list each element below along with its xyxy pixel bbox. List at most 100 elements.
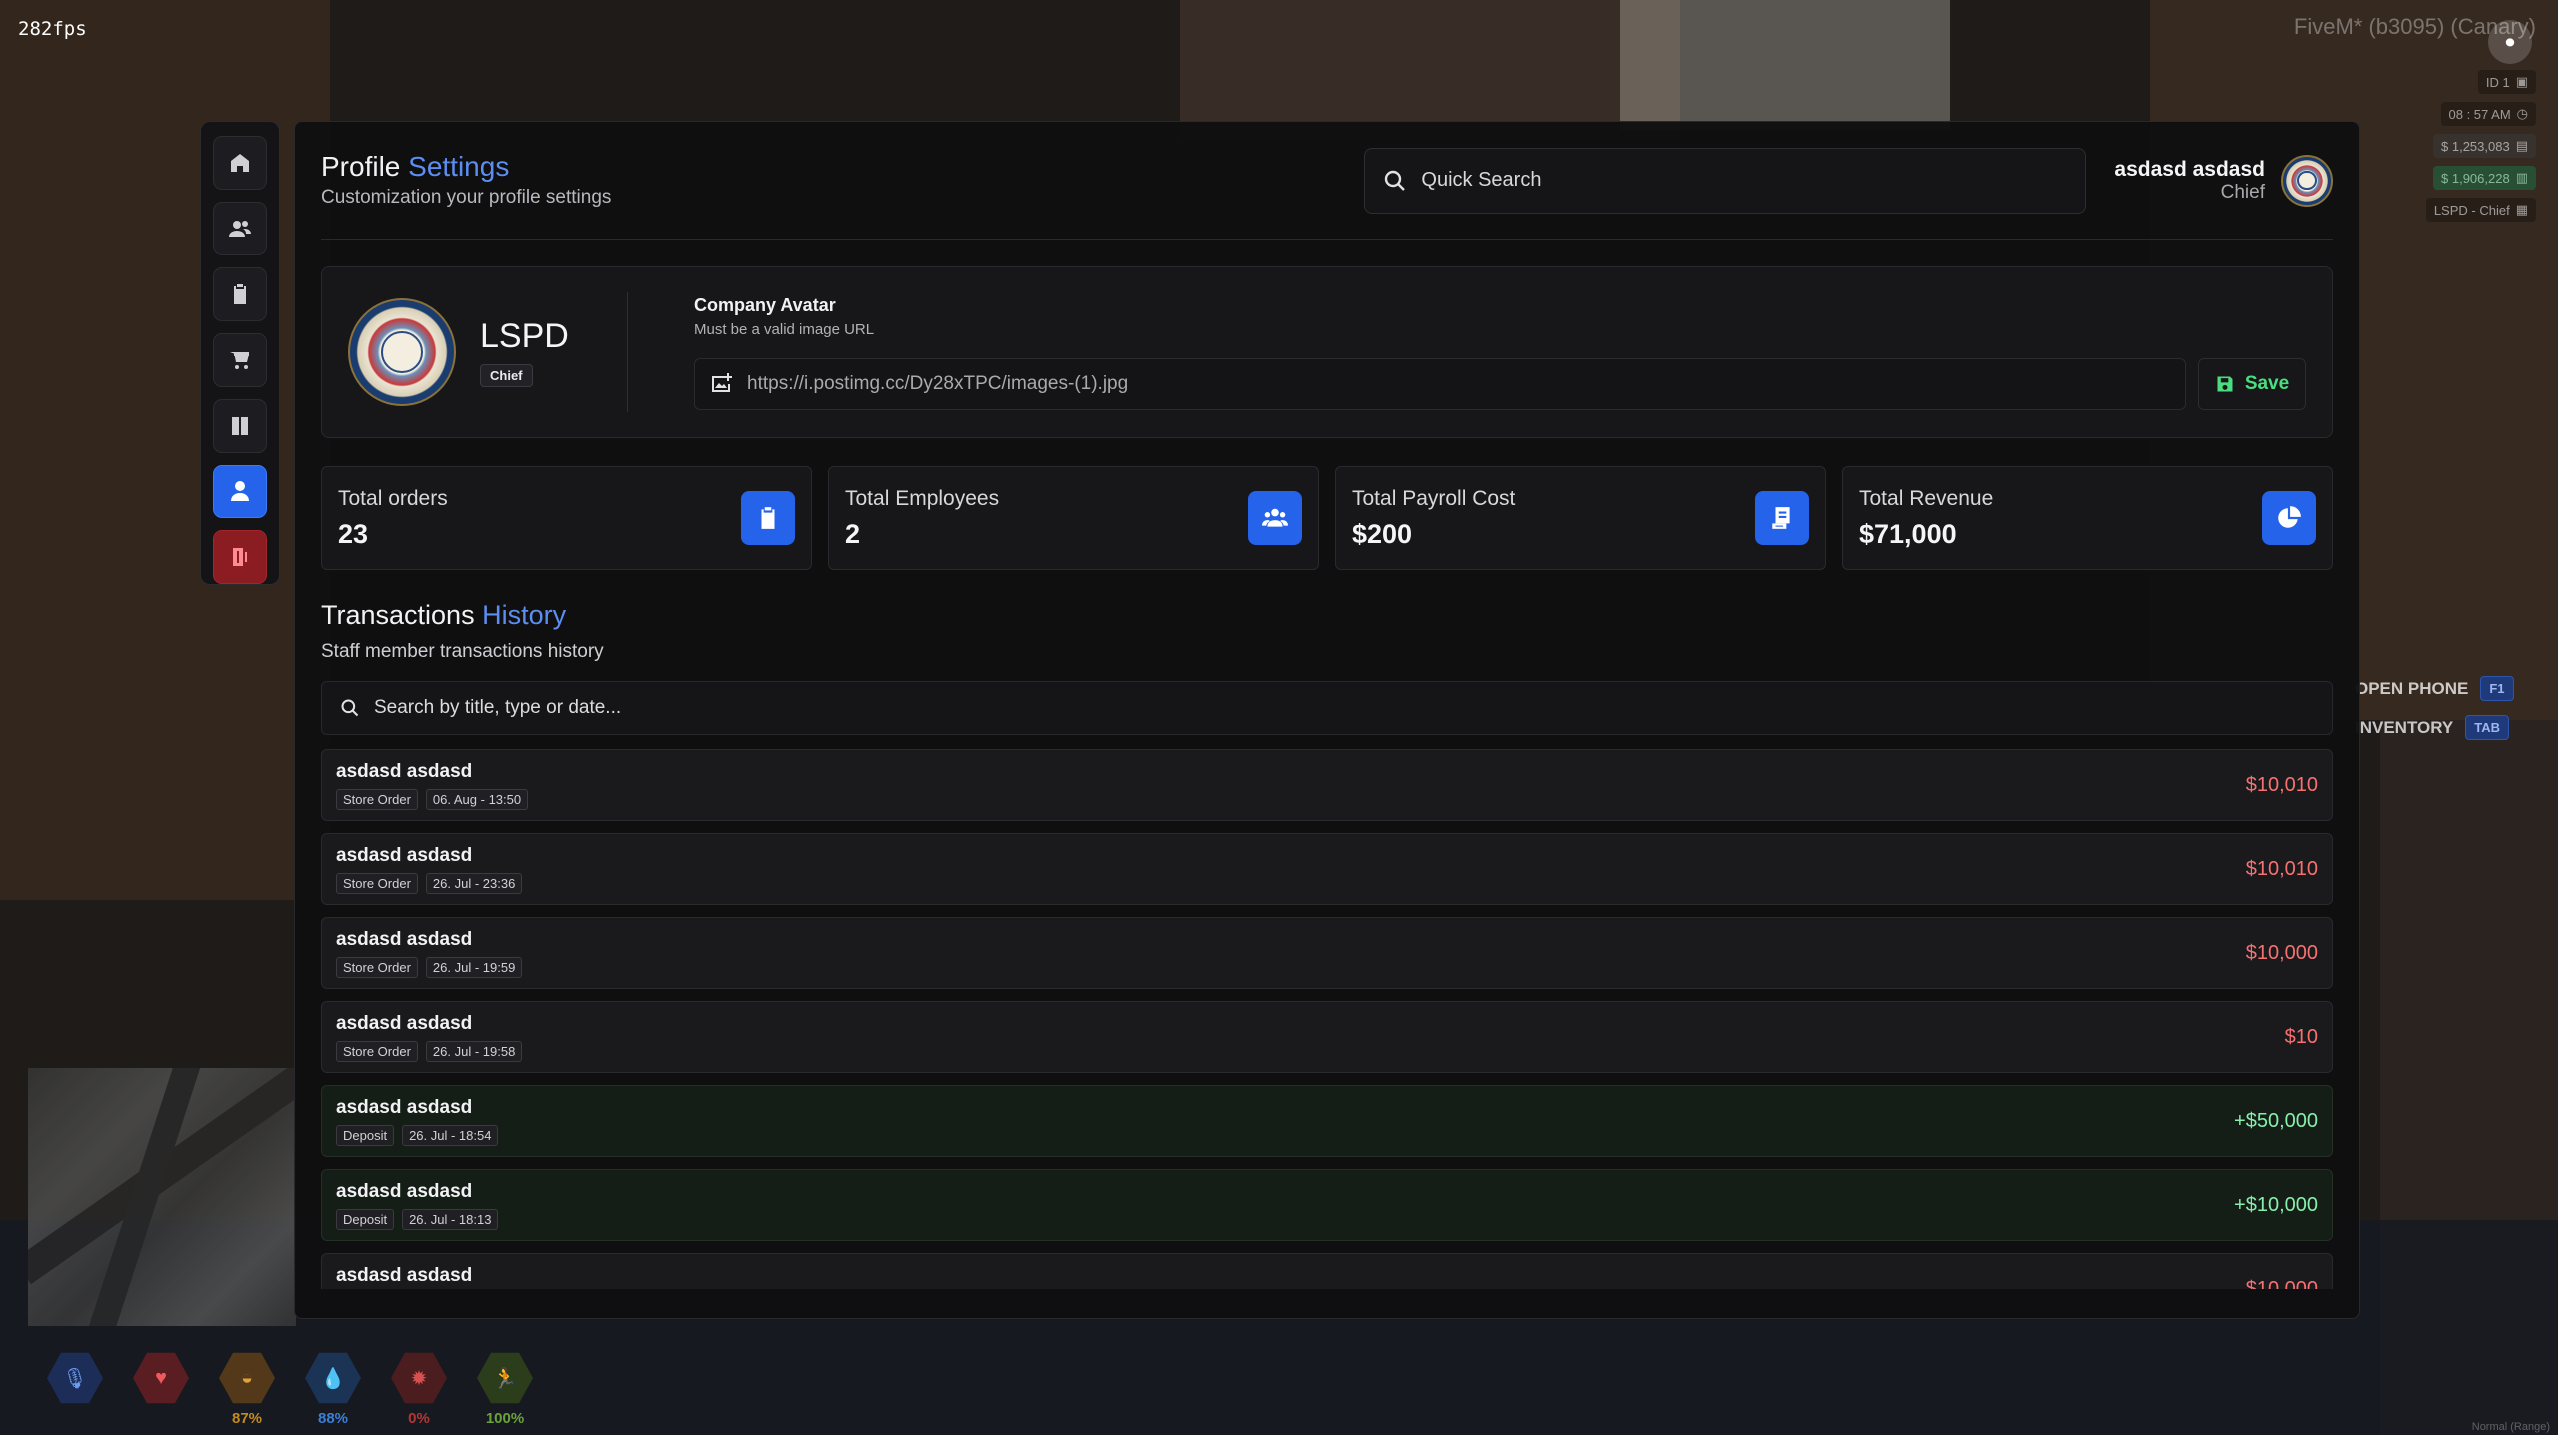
avatar — [2281, 154, 2333, 207]
sidebar-item-employees[interactable] — [213, 201, 267, 256]
tx-amount: $10,000 — [2245, 1277, 2318, 1290]
stat-total-revenue: Total Revenue $71,000 — [1842, 466, 2333, 570]
user-icon — [231, 481, 249, 502]
fps-counter: 282fps — [18, 18, 87, 40]
stat-label: Total orders — [338, 486, 448, 510]
page-subtitle: Customization your profile settings — [321, 186, 612, 208]
transactions-title-main: Transactions — [321, 600, 483, 630]
tx-name: asdasd asdasd — [336, 1264, 473, 1286]
user-name: asdasd asdasd — [2114, 157, 2265, 181]
cash-icon: ▥ — [2515, 170, 2528, 185]
quick-search-input[interactable] — [1421, 169, 2068, 192]
tx-date-tag: 26. Jul - 19:59 — [425, 956, 523, 978]
stat-total-employees: Total Employees 2 — [828, 466, 1319, 570]
tx-info: asdasd asdasd Store Order 26. Jul - 19:58 — [336, 1012, 523, 1062]
stat-value: 2 — [845, 518, 861, 549]
save-icon — [2217, 376, 2233, 391]
clipboard-icon — [234, 284, 246, 305]
tx-tags: Store Order 06. Aug - 13:50 — [336, 788, 529, 810]
sidebar-item-store[interactable] — [213, 333, 267, 387]
search-icon — [341, 699, 359, 717]
table-row[interactable]: asdasd asdasd Store Order 26. Jul - 23:36… — [321, 833, 2333, 905]
tx-name: asdasd asdasd — [336, 1180, 473, 1202]
table-row[interactable]: asdasd asdasd Deposit 26. Jul - 18:13 +$1… — [321, 1169, 2333, 1241]
save-button-label: Save — [2244, 372, 2290, 394]
tx-name: asdasd asdasd — [336, 844, 473, 866]
microphone-icon: 🎙 — [47, 1352, 103, 1404]
search-icon — [1385, 170, 1406, 191]
tx-tags: Store Order 26. Jul - 23:36 — [336, 872, 523, 894]
table-row[interactable]: asdasd asdasd Deposit 26. Jul - 18:54 +$5… — [321, 1085, 2333, 1157]
sidebar-item-home[interactable] — [213, 136, 267, 190]
transactions-title-accent: History — [482, 600, 567, 630]
keybind-phone-key: F1 — [2480, 676, 2514, 701]
hud-bank: $ 1,253,083 ▤ — [2433, 134, 2536, 158]
transactions-search-input[interactable] — [374, 697, 2314, 719]
home-icon — [231, 153, 249, 172]
save-button[interactable]: Save — [2198, 357, 2306, 410]
table-row[interactable]: asdasd asdasd Store Order 06. Aug - 13:50… — [321, 749, 2333, 821]
stat-text: Total Employees 2 — [845, 487, 999, 550]
stat-label: Total Payroll Cost — [1352, 486, 1516, 510]
sidebar-item-orders[interactable] — [213, 267, 267, 322]
transactions-section: Transactions History Staff member transa… — [321, 600, 2333, 1289]
stats-row: Total orders 23 Total Employees 2 Total … — [321, 466, 2333, 570]
transactions-search[interactable] — [321, 681, 2333, 735]
sidebar-item-profile[interactable] — [213, 464, 267, 519]
table-row[interactable]: asdasd asdasd Store Order 26. Jul - 19:59… — [321, 917, 2333, 989]
tx-name: asdasd asdasd — [336, 760, 473, 782]
user-profile[interactable]: asdasd asdasd Chief — [2114, 154, 2333, 207]
tx-name: asdasd asdasd — [336, 1012, 473, 1034]
company-avatar-form: Company Avatar Must be a valid image URL… — [628, 295, 2306, 410]
tx-type-tag: Deposit — [336, 1124, 395, 1146]
avatar-url-field[interactable] — [694, 357, 2186, 410]
keybind-inventory-label: INVENTORY — [2355, 717, 2454, 737]
stat-text: Total orders 23 — [338, 487, 448, 550]
status-health: ♥ — [130, 1350, 192, 1427]
transactions-title: Transactions History — [321, 600, 2333, 631]
status-voice: 🎙 — [44, 1350, 106, 1427]
receipt-icon — [1755, 491, 1809, 545]
tx-type-tag: Deposit — [336, 1208, 395, 1230]
sidebar-item-inventory[interactable] — [213, 398, 267, 453]
stat-value: $71,000 — [1859, 518, 1957, 549]
avatar-url-input[interactable] — [747, 372, 2171, 395]
user-role: Chief — [2220, 181, 2265, 203]
hud-keybinds: OPEN PHONE F1 INVENTORY TAB — [2355, 676, 2514, 740]
sidebar-item-exit[interactable] — [213, 530, 267, 585]
keybind-inventory-key: TAB — [2465, 715, 2510, 740]
status-bar: 🎙 ♥ ◒ 87% 💧 88% ✹ 0% 🏃 100% — [44, 1350, 536, 1427]
hud-cash: $ 1,906,228 ▥ — [2433, 166, 2536, 190]
table-row[interactable]: asdasd asdasd Store Order 26. Jul - 19:58… — [321, 1001, 2333, 1073]
id-card-icon: ▣ — [2515, 74, 2528, 89]
page-title-accent: Settings — [408, 151, 510, 183]
hud-bank-text: $ 1,253,083 — [2441, 138, 2510, 154]
stat-value: 23 — [338, 518, 369, 549]
voice-range-note: Normal (Range) — [2471, 1421, 2550, 1433]
bank-icon: ▤ — [2515, 138, 2528, 153]
tx-info: asdasd asdasd Deposit 26. Jul - 18:54 — [336, 1096, 499, 1146]
status-food-value: 87% — [231, 1410, 263, 1427]
stat-label: Total Revenue — [1859, 486, 1994, 510]
stamina-icon: 🏃 — [477, 1352, 533, 1404]
table-row[interactable]: asdasd asdasd Store Order $10,000 — [321, 1253, 2333, 1289]
tx-name: asdasd asdasd — [336, 1096, 473, 1118]
record-icon: ⏺ — [2488, 20, 2532, 64]
tx-date-tag: 26. Jul - 18:13 — [402, 1208, 499, 1230]
page-title: Profile Settings — [321, 151, 1364, 183]
quick-search[interactable] — [1364, 147, 2087, 214]
tx-date-tag: 06. Aug - 13:50 — [425, 788, 529, 810]
tx-amount: $10,010 — [2245, 773, 2318, 796]
hud-info: ID 1 ▣ 08 : 57 AM ◷ $ 1,253,083 ▤ $ 1,906,2… — [2425, 70, 2536, 222]
tx-info: asdasd asdasd Store Order — [336, 1265, 472, 1290]
stress-icon: ✹ — [391, 1352, 447, 1404]
hud-job-text: LSPD - Chief — [2433, 202, 2510, 218]
avatar-row: Save — [694, 357, 2306, 410]
tx-tags: Deposit 26. Jul - 18:54 — [336, 1124, 499, 1146]
stat-text: Total Payroll Cost $200 — [1352, 487, 1515, 550]
pie-chart-icon — [2262, 491, 2316, 545]
tx-date-tag: 26. Jul - 18:54 — [402, 1124, 499, 1146]
transactions-list[interactable]: asdasd asdasd Store Order 06. Aug - 13:50… — [321, 749, 2333, 1289]
hud-job: LSPD - Chief ▦ — [2425, 198, 2536, 222]
status-water: 💧 88% — [302, 1350, 364, 1427]
